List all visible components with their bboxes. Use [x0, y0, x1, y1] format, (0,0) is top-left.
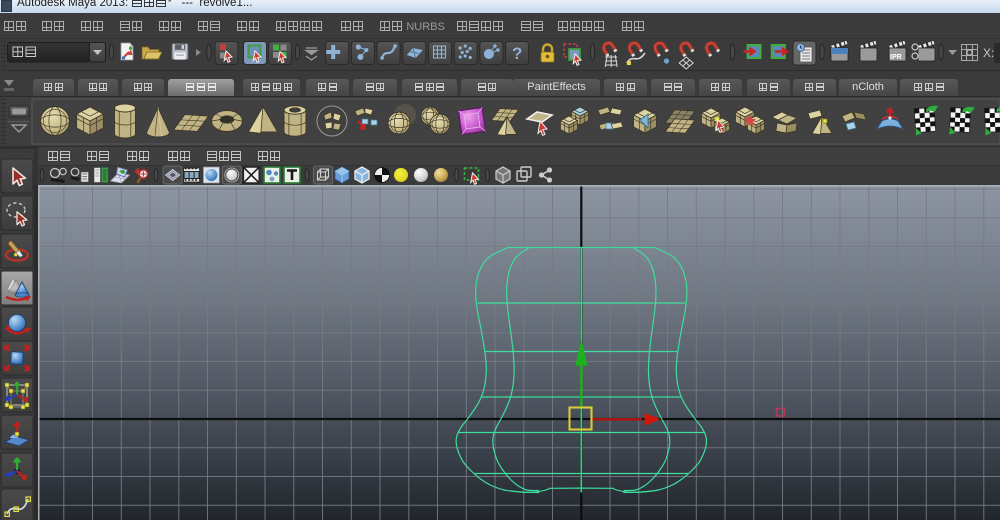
svg-text:?: ? [512, 44, 522, 63]
svg-text:X:: X: [983, 46, 994, 60]
svg-text:IPR: IPR [890, 54, 902, 61]
